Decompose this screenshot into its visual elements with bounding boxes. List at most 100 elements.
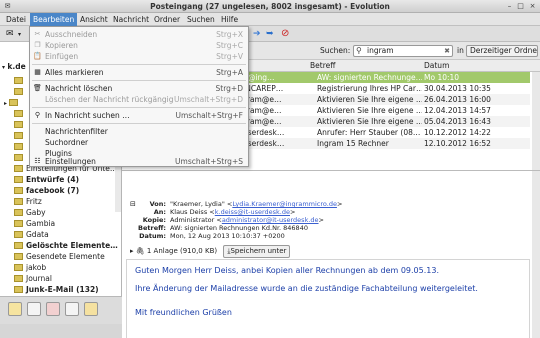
attachment-count: 1 Anlage (910,0 KB) [146,247,218,255]
expand-attachments-icon[interactable]: ▸ [130,247,134,255]
folder-entwuerfe[interactable]: Entwürfe (4) [14,174,79,185]
folder-icon [14,132,23,139]
calendar-switch-icon[interactable] [46,302,60,316]
menuitem-search-folders[interactable]: Suchordner [30,137,248,148]
folder-icon [14,176,23,183]
column-date[interactable]: Datum [424,61,449,70]
search-icon[interactable]: ⚲ [356,46,362,56]
folder-gambia[interactable]: Gambia [14,218,55,229]
body-line: Guten Morgen Herr Deiss, anbei Kopien al… [135,266,440,275]
folder-tree-item[interactable] [14,141,26,152]
menu-hilfe[interactable]: Hilfe [218,13,241,26]
preview-scrollbar[interactable] [532,171,540,338]
delete-icon: 🗑 [33,84,42,92]
folder-icon [14,275,23,282]
folder-icon [14,110,23,117]
folder-gdata[interactable]: Gdata [14,229,49,240]
folder-facebook[interactable]: facebook (7) [14,185,79,196]
trash-icon [14,242,23,249]
find-icon: ⚲ [34,111,41,119]
menu-datei[interactable]: Datei [3,13,29,26]
move-icon[interactable]: ➥ [266,29,274,39]
menuitem-select-all[interactable]: ▦ Alles markieren Strg+A [30,67,248,78]
folder-tree-item[interactable] [14,119,26,130]
menuitem-delete[interactable]: 🗑 Nachricht löschen Strg+D [30,83,248,94]
minimize-icon[interactable]: – [505,2,514,11]
folder-gesendete[interactable]: Gesendete Elemente [14,251,105,262]
folder-tree-item[interactable] [14,86,26,97]
folder-fritz[interactable]: Fritz [14,196,42,207]
folder-icon [14,121,23,128]
paperclip-icon: 🖇 [135,247,145,255]
menu-ansicht[interactable]: Ansicht [77,13,111,26]
title-bar: ✉ Posteingang (27 ungelesen, 8002 insges… [0,0,540,13]
menu-nachricht[interactable]: Nachricht [110,13,152,26]
column-subject[interactable]: Betreff [310,61,335,70]
folder-icon [14,253,23,260]
folder-geloeschte[interactable]: Gelöschte Elemente… [14,240,118,251]
account-name: k.de [7,62,26,71]
folder-icon [9,99,19,106]
mail-switch-icon[interactable] [8,302,22,316]
memos-switch-icon[interactable] [84,302,98,316]
window-title: Posteingang (27 ungelesen, 8002 insgesam… [150,2,390,11]
body-line: Mit freundlichen Grüßen [135,308,232,317]
to-email-link[interactable]: k.deiss@it-userdesk.de [215,208,290,216]
menu-separator [32,107,246,108]
folder-tree-item[interactable] [14,75,26,86]
menuitem-undelete[interactable]: Löschen der Nachricht rückgängig Umschalt… [30,94,248,105]
menuitem-copy[interactable]: ❐ Kopieren Strg+C [30,40,248,51]
copy-icon: ❐ [34,41,41,49]
folder-icon [14,77,23,84]
message-list-scrollbar[interactable] [532,72,540,170]
search-input[interactable]: ⚲ ingram ✖ [353,45,453,57]
menuitem-preferences[interactable]: ☷ Einstellungen Umschalt+Strg+S [30,156,248,167]
preview-date: Datum: Mon, 12 Aug 2013 10:10:37 +0200 [139,232,285,240]
attachment-bar: ▸ 🖇 1 Anlage (910,0 KB) ⤓Speichern unter [130,245,291,259]
folder-gaby[interactable]: Gaby [14,207,46,218]
folder-icon [14,231,23,238]
from-email-link[interactable]: Lydia.Kraemer@ingrammicro.de [232,200,337,208]
preview-cc: Kopie: Administrator <administrator@it-us… [142,216,324,224]
cc-email-link[interactable]: administrator@it-userdesk.de [222,216,319,224]
menu-bearbeiten[interactable]: Bearbeiten [30,13,78,26]
new-mail-icon[interactable]: ✉ [6,29,14,39]
folder-icon [14,198,23,205]
body-line: Ihre Änderung der Mailadresse wurde an d… [135,284,478,293]
menu-ordner[interactable]: Ordner [151,13,183,26]
folder-icon [14,209,23,216]
menuitem-filters[interactable]: Nachrichtenfilter [30,126,248,137]
account-header[interactable]: ▾ k.de [2,61,26,72]
folder-tree-item[interactable]: ▸ [4,97,21,108]
collapse-headers-icon[interactable]: ⊟ [130,200,136,208]
menuitem-find-in-message[interactable]: ⚲ In Nachricht suchen … Umschalt+Strg+F [30,110,248,121]
preview-from: Von: "Kraemer, Lydia" <Lydia.Kraemer@ingr… [149,200,343,208]
contacts-switch-icon[interactable] [27,302,41,316]
menuitem-cut[interactable]: ✂ Ausschneiden Strg+X [30,29,248,40]
new-dropdown-icon[interactable]: ▾ [18,31,21,38]
preview-subject: Betreff: AW: signierten Rechnungen Kd.Nr.… [138,224,308,232]
component-switcher [0,296,122,324]
tasks-switch-icon[interactable] [65,302,79,316]
folder-icon [14,154,23,161]
preview-to: An: Klaus Deiss <k.deiss@it-userdesk.de> [153,208,296,216]
menu-bar: Datei Bearbeiten Ansicht Nachricht Ordne… [0,13,540,26]
close-icon[interactable]: × [528,2,537,11]
folder-tree-item[interactable] [14,152,26,163]
folder-tree-item[interactable] [14,130,26,141]
menuitem-paste[interactable]: 📋 Einfügen Strg+V [30,51,248,62]
clear-search-icon[interactable]: ✖ [444,46,450,56]
menu-separator [32,64,246,65]
maximize-icon[interactable]: □ [516,2,525,11]
menu-suchen[interactable]: Suchen [184,13,218,26]
stop-icon[interactable]: ⊘ [281,28,289,39]
folder-journal[interactable]: Journal [14,273,52,284]
folder-tree-item[interactable] [14,108,26,119]
forward-icon[interactable]: ➔ [253,29,261,39]
save-attachment-button[interactable]: ⤓Speichern unter [223,245,291,258]
search-scope-label: in [457,46,464,55]
paste-icon: 📋 [33,52,42,60]
folder-jakob[interactable]: jakob [14,262,46,273]
search-scope-select[interactable]: Derzeitiger Ordner ▾ [466,45,538,57]
folder-junk[interactable]: Junk-E-Mail (132) [14,284,99,295]
